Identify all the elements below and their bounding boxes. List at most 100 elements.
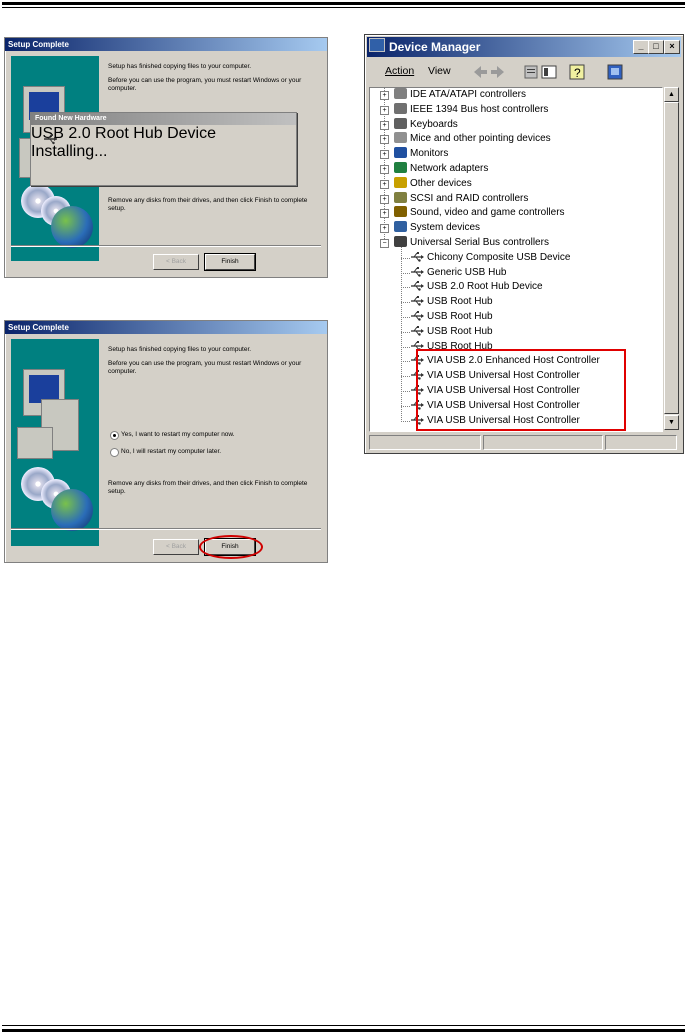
back-button[interactable]: < Back xyxy=(153,254,199,270)
scroll-down-button[interactable]: ▼ xyxy=(664,415,679,430)
vertical-scrollbar[interactable]: ▲ ▼ xyxy=(664,87,679,430)
restart-now-radio[interactable] xyxy=(110,431,119,440)
usb-device-item[interactable]: USB Root Hub xyxy=(410,325,493,339)
status-bar xyxy=(369,435,679,450)
minimize-button[interactable]: _ xyxy=(633,40,649,54)
expand-toggle[interactable]: + xyxy=(380,165,389,174)
dialog-title: Setup Complete xyxy=(5,38,327,51)
tree-item-label: Other devices xyxy=(410,177,472,189)
tree-item-label: SCSI and RAID controllers xyxy=(410,192,529,204)
close-button[interactable]: × xyxy=(664,40,680,54)
menu-action[interactable]: Action xyxy=(385,65,414,77)
keyboard-icon xyxy=(17,427,53,459)
system-icon xyxy=(394,221,407,233)
usb-icon xyxy=(411,325,424,336)
expand-toggle[interactable]: + xyxy=(380,91,389,100)
expand-toggle[interactable]: − xyxy=(380,239,389,248)
restart-later-radio[interactable] xyxy=(110,448,119,457)
tree-item[interactable]: Sound, video and game controllers xyxy=(394,206,565,220)
usb-device-item[interactable]: USB Root Hub xyxy=(410,310,493,324)
tree-item[interactable]: Mice and other pointing devices xyxy=(394,132,551,146)
menu-view[interactable]: View xyxy=(428,65,451,77)
help-icon[interactable]: ? xyxy=(569,64,585,80)
tree-item-label: IDE ATA/ATAPI controllers xyxy=(410,89,526,100)
ieee1394-icon xyxy=(394,102,407,114)
usb-icon xyxy=(411,266,424,277)
scan-hardware-icon[interactable] xyxy=(607,64,623,80)
globe-icon xyxy=(51,489,93,531)
usb-icon xyxy=(44,134,57,145)
usb-device-item[interactable]: Generic USB Hub xyxy=(410,266,506,280)
properties-icon[interactable] xyxy=(523,64,539,80)
scroll-thumb[interactable] xyxy=(664,102,679,414)
restart-now-label[interactable]: Yes, I want to restart my computer now. xyxy=(121,431,321,439)
tree-item-label: Monitors xyxy=(410,148,449,160)
expand-toggle[interactable]: + xyxy=(380,209,389,219)
usb-device-label: USB Root Hub xyxy=(427,325,493,337)
bottom-rule xyxy=(2,1029,685,1032)
tree-item-label: IEEE 1394 Bus host controllers xyxy=(410,103,549,115)
via-controllers-highlight xyxy=(416,349,626,431)
tree-item[interactable]: System devices xyxy=(394,221,480,235)
status-pane-1 xyxy=(369,435,481,450)
setup-message-1: Setup has finished copying files to your… xyxy=(108,346,252,353)
tree-item-label: Keyboards xyxy=(410,118,458,130)
tree-item[interactable]: Monitors xyxy=(394,147,448,161)
tree-item-label: Universal Serial Bus controllers xyxy=(410,237,549,248)
tree-item[interactable]: IDE ATA/ATAPI controllers xyxy=(394,88,526,102)
ide-icon xyxy=(394,88,407,99)
finish-highlight-oval xyxy=(199,535,263,559)
popup-device-name: USB 2.0 Root Hub Device xyxy=(31,125,216,142)
back-button[interactable]: < Back xyxy=(153,539,199,555)
popup-status: Installing... xyxy=(31,143,108,160)
tree-item[interactable]: SCSI and RAID controllers xyxy=(394,191,529,206)
usb-icon xyxy=(411,281,424,292)
back-arrow-icon[interactable] xyxy=(472,65,488,79)
setup-dialog-2: Setup Complete Setup has finished copyin… xyxy=(4,320,328,563)
keyboard-icon xyxy=(394,117,407,129)
scsi-icon xyxy=(394,191,407,203)
question-icon xyxy=(394,176,407,188)
maximize-button[interactable]: □ xyxy=(648,40,664,54)
tree-item[interactable]: Universal Serial Bus controllers xyxy=(394,236,549,250)
usb-device-item[interactable]: Chicony Composite USB Device xyxy=(410,251,570,265)
popup-title: Found New Hardware xyxy=(31,113,296,125)
expand-toggle[interactable]: + xyxy=(380,120,389,130)
status-pane-3 xyxy=(605,435,677,450)
scroll-up-button[interactable]: ▲ xyxy=(664,87,679,102)
tree-item[interactable]: IEEE 1394 Bus host controllers xyxy=(394,102,549,117)
divider xyxy=(11,528,321,530)
setup-message-3: Remove any disks from their drives, and … xyxy=(108,197,308,212)
expand-toggle[interactable]: + xyxy=(380,224,389,234)
finish-button[interactable]: Finish xyxy=(204,253,256,271)
expand-toggle[interactable]: + xyxy=(380,194,389,204)
expand-toggle[interactable]: + xyxy=(380,135,389,145)
device-manager-icon xyxy=(369,38,385,52)
usb-device-item[interactable]: USB Root Hub xyxy=(410,295,493,309)
network-icon xyxy=(394,162,407,173)
usb-device-item[interactable]: USB 2.0 Root Hub Device xyxy=(410,280,543,294)
expand-toggle[interactable]: + xyxy=(380,150,389,160)
details-icon[interactable] xyxy=(541,64,557,80)
restart-later-label[interactable]: No, I will restart my computer later. xyxy=(121,448,321,456)
dialog-title: Setup Complete xyxy=(5,321,327,334)
tree-item[interactable]: Other devices xyxy=(394,176,472,191)
tree-item-label: System devices xyxy=(410,222,481,234)
tree-item-label: Network adapters xyxy=(410,163,489,174)
tree-item[interactable]: Network adapters xyxy=(394,162,488,176)
divider xyxy=(11,245,321,247)
setup-message-1: Setup has finished copying files to your… xyxy=(108,63,252,70)
top-rule-thin xyxy=(2,7,685,8)
usb-icon xyxy=(411,311,424,321)
expand-toggle[interactable]: + xyxy=(380,179,389,189)
found-new-hardware-popup: Found New Hardware USB 2.0 Root Hub Devi… xyxy=(30,112,297,186)
globe-icon xyxy=(51,206,93,248)
usb-icon xyxy=(411,296,424,306)
status-pane-2 xyxy=(483,435,603,450)
tree-item[interactable]: Keyboards xyxy=(394,117,458,132)
tree-item-label: Sound, video and game controllers xyxy=(410,207,565,219)
forward-arrow-icon[interactable] xyxy=(490,65,506,79)
usb-icon xyxy=(394,236,407,247)
mouse-icon xyxy=(394,132,407,144)
expand-toggle[interactable]: + xyxy=(380,105,389,115)
